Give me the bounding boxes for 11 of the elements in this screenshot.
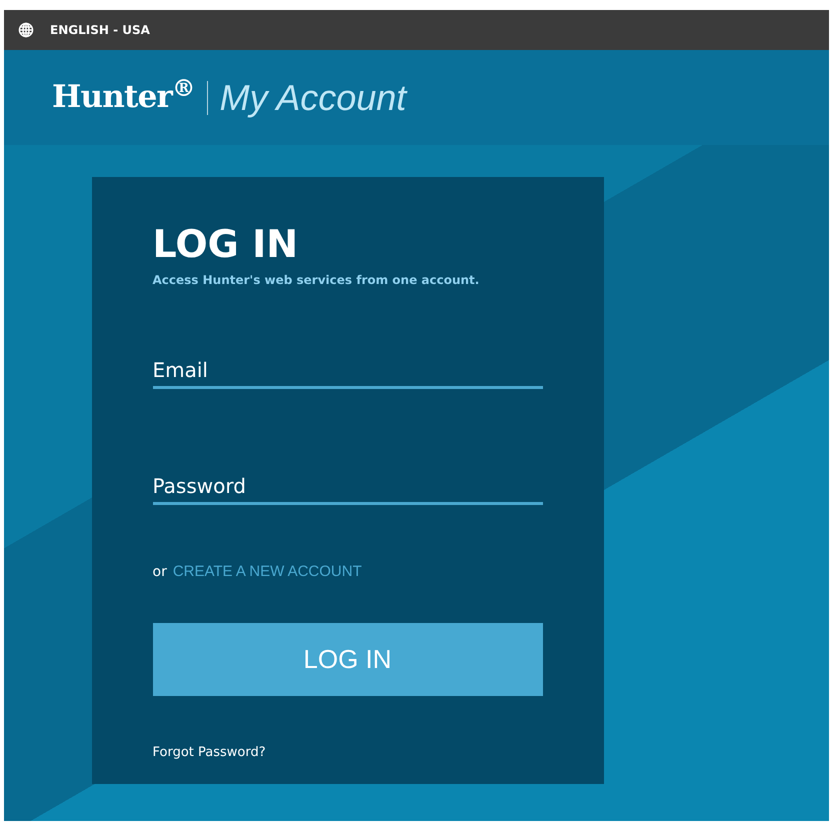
brand-logo[interactable]: Hunter$^{®}$ xyxy=(52,74,195,121)
product-name: My Account xyxy=(220,76,406,120)
login-title: LOG IN xyxy=(152,221,300,268)
language-selector[interactable]: ENGLISH - USA xyxy=(50,21,150,39)
login-subtitle: Access Hunter's web services from one account. xyxy=(152,272,480,289)
create-account-link[interactable]: CREATE A NEW ACCOUNT xyxy=(172,561,362,584)
globe-icon[interactable] xyxy=(18,22,34,38)
or-label: or xyxy=(152,562,167,582)
forgot-password-link[interactable]: Forgot Password? xyxy=(152,742,542,762)
input-field[interactable]: Password xyxy=(152,469,542,505)
input-field[interactable]: Email xyxy=(152,353,542,389)
